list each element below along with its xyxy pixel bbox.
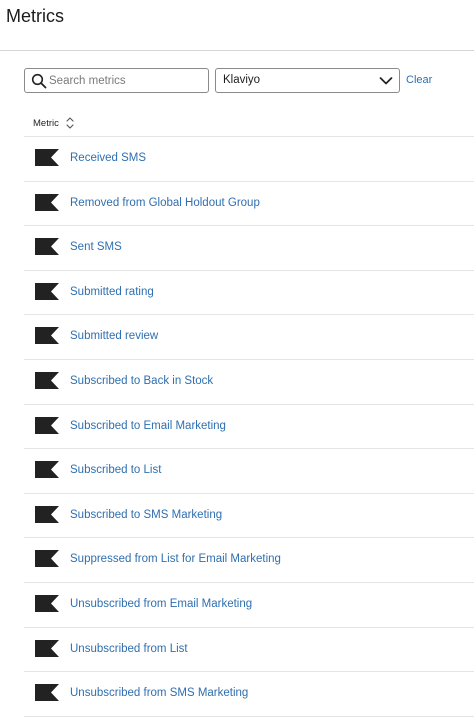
table-row: Unsubscribed from SMS Marketing [24,672,474,717]
source-select-value: Klaviyo [223,74,261,86]
flag-icon [35,193,59,211]
flag-icon [35,416,59,434]
table-row: Suppressed from List for Email Marketing [24,538,474,583]
sort-icon[interactable] [65,116,75,130]
table-row: Received SMS [24,137,474,182]
flag-icon [35,327,59,345]
flag-icon [35,461,59,479]
search-icon [31,73,47,89]
search-box[interactable] [24,68,209,93]
table-row: Subscribed to Email Marketing [24,405,474,450]
flag-icon [35,371,59,389]
table-row: Unsubscribed from Email Marketing [24,583,474,628]
page-title: Metrics [6,6,64,26]
metric-link[interactable]: Unsubscribed from List [70,643,188,655]
flag-icon [35,639,59,657]
table-row: Submitted rating [24,271,474,316]
metric-link[interactable]: Suppressed from List for Email Marketing [70,553,281,565]
metric-link[interactable]: Unsubscribed from Email Marketing [70,598,252,610]
table-row: Removed from Global Holdout Group [24,182,474,227]
table-row: Unsubscribed from List [24,628,474,673]
flag-icon [35,684,59,702]
metric-link[interactable]: Sent SMS [70,241,122,253]
chevron-down-icon [379,77,393,85]
table-row: Sent SMS [24,226,474,271]
metric-link[interactable]: Submitted review [70,330,158,342]
metric-list: Received SMS Removed from Global Holdout … [24,137,474,717]
metric-link[interactable]: Subscribed to List [70,464,161,476]
table-row: Submitted review [24,315,474,360]
flag-icon [35,594,59,612]
metric-column-header[interactable]: Metric [24,115,474,137]
table-row: Subscribed to Back in Stock [24,360,474,405]
metric-link[interactable]: Subscribed to Email Marketing [70,420,226,432]
flag-icon [35,282,59,300]
flag-icon [35,149,59,166]
table-row: Subscribed to List [24,449,474,494]
flag-icon [35,505,59,523]
metric-link[interactable]: Subscribed to Back in Stock [70,375,213,387]
filter-bar: Klaviyo Clear [24,68,474,93]
page-header: Metrics [0,0,474,51]
flag-icon [35,238,59,256]
metric-link[interactable]: Received SMS [70,152,146,164]
metric-link[interactable]: Unsubscribed from SMS Marketing [70,687,248,699]
clear-link[interactable]: Clear [406,74,432,86]
metric-link[interactable]: Submitted rating [70,286,154,298]
table-row: Subscribed to SMS Marketing [24,494,474,539]
source-select[interactable]: Klaviyo [215,68,400,93]
flag-icon [35,550,59,568]
metric-link[interactable]: Removed from Global Holdout Group [70,197,260,209]
metric-column-label: Metric [33,118,59,129]
search-input[interactable] [49,69,205,92]
metric-link[interactable]: Subscribed to SMS Marketing [70,509,222,521]
